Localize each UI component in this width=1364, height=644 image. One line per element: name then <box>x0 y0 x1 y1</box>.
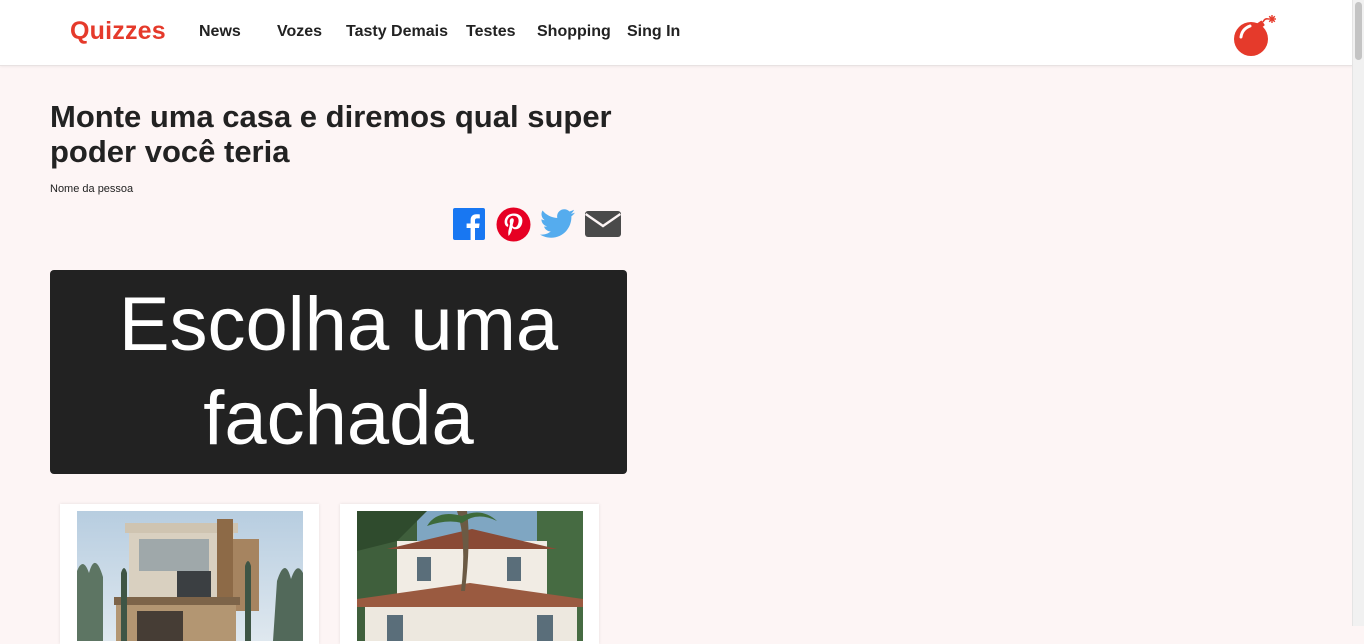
top-navigation-bar: Quizzes News Vozes Tasty Demais Testes S… <box>0 0 1353 66</box>
question-title: Escolha uma fachada <box>118 282 559 461</box>
nav-testes[interactable]: Testes <box>466 23 516 41</box>
nav-tasty-demais[interactable]: Tasty Demais <box>346 23 448 41</box>
page-scrollbar[interactable] <box>1352 0 1364 626</box>
article-author: Nome da pessoa <box>50 183 134 195</box>
nav-news[interactable]: News <box>199 23 241 41</box>
answer-option-card[interactable] <box>60 504 319 644</box>
email-icon[interactable] <box>585 207 621 241</box>
modern-house-photo <box>77 511 303 641</box>
nav-shopping[interactable]: Shopping <box>537 23 611 41</box>
nav-vozes[interactable]: Vozes <box>277 23 322 41</box>
bomb-icon[interactable] <box>1232 13 1280 59</box>
pinterest-icon[interactable] <box>495 207 531 241</box>
answer-option-card[interactable] <box>340 504 599 644</box>
article-title: Monte uma casa e diremos qual super pode… <box>50 99 612 169</box>
scrollbar-thumb[interactable] <box>1355 2 1362 60</box>
facebook-icon[interactable] <box>452 207 486 241</box>
site-logo[interactable]: Quizzes <box>70 17 166 46</box>
nav-sign-in[interactable]: Sing In <box>627 23 680 41</box>
tropical-villa-photo <box>357 511 583 641</box>
question-banner: Escolha uma fachada <box>50 270 627 474</box>
twitter-icon[interactable] <box>540 207 576 241</box>
